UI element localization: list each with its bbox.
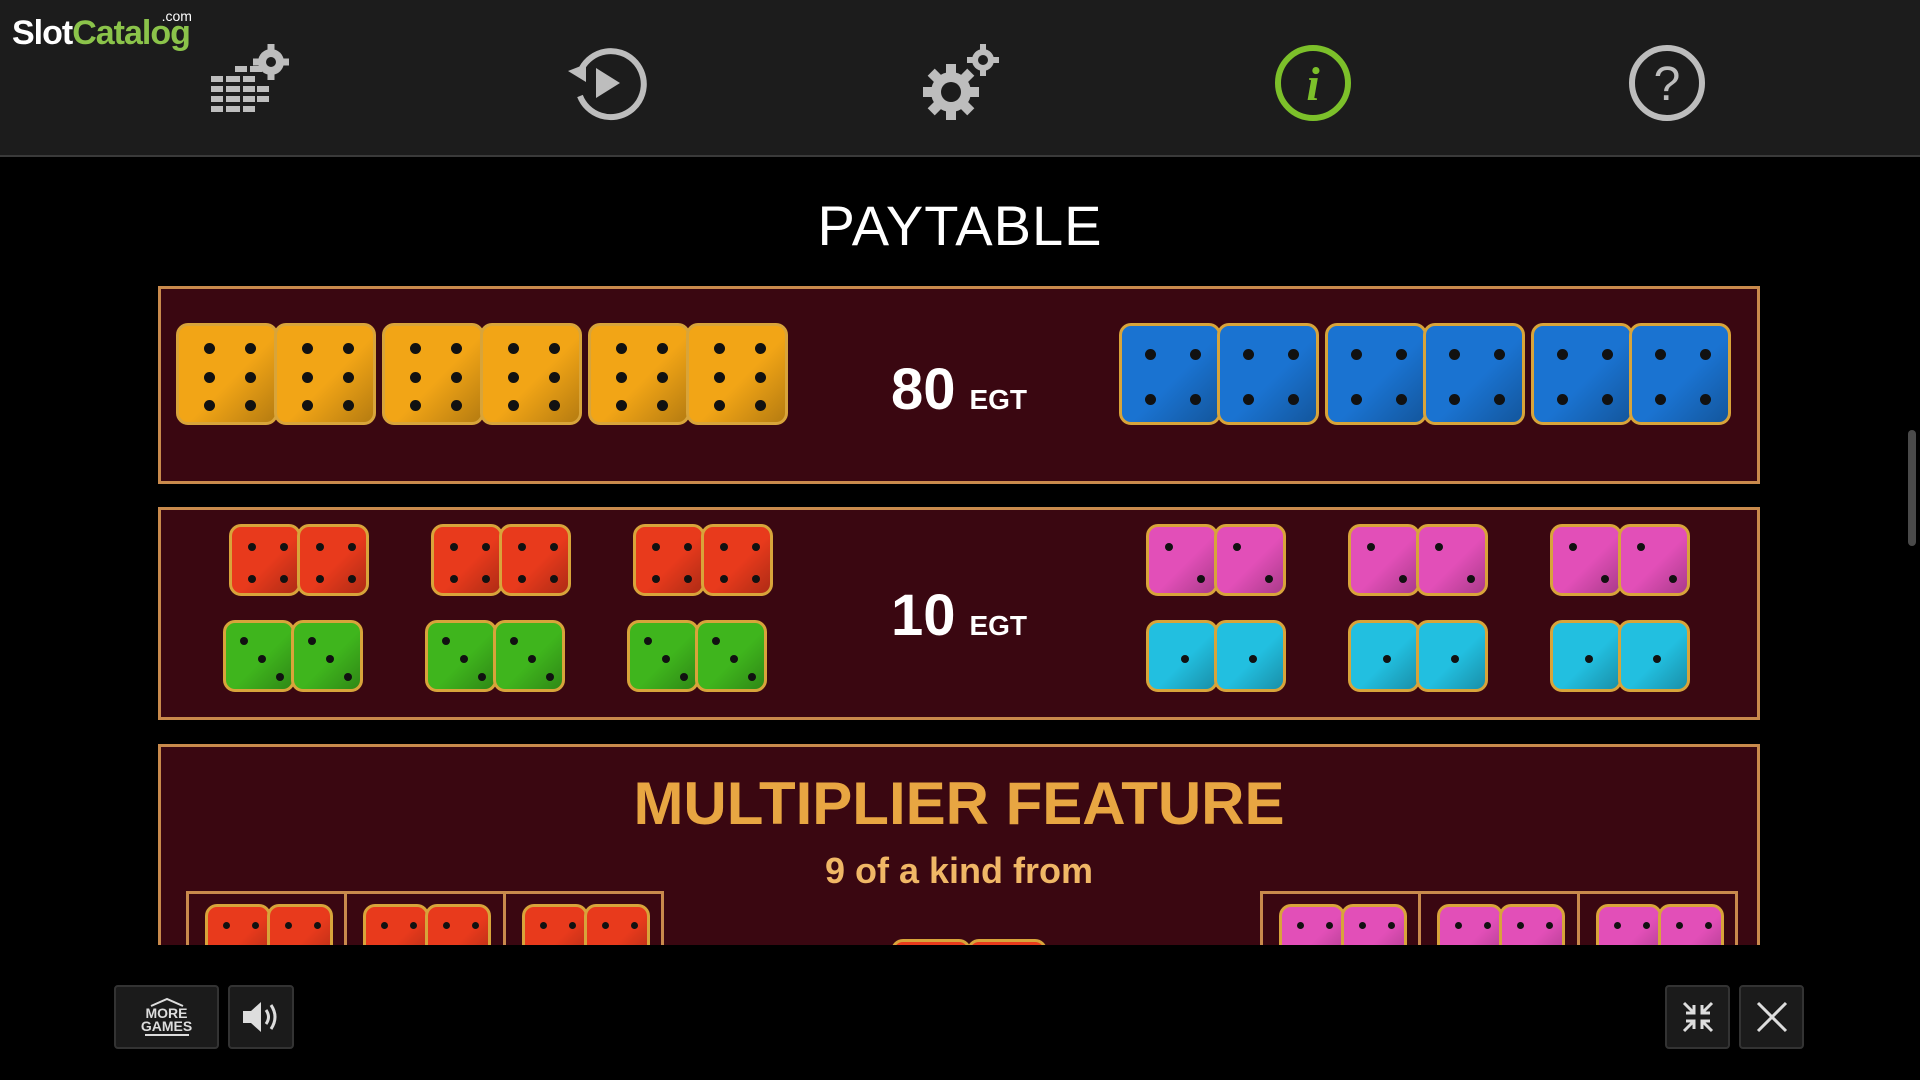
- multiplier-feature-title: MULTIPLIER FEATURE: [633, 770, 1285, 837]
- red-die: [521, 904, 588, 945]
- pink-dice-pair: [1279, 904, 1407, 945]
- top-toolbar: SlotCatalog .com i ?: [0, 0, 1920, 157]
- paytable-content: PAYTABLE 80 EGT 10 EGT MULTIPLIER FEATURE …: [0, 157, 1920, 945]
- autoplay-button[interactable]: [560, 38, 650, 128]
- watermark-text-suffix: .com: [161, 8, 192, 24]
- help-icon: ?: [1629, 45, 1705, 121]
- red-die: [425, 904, 492, 945]
- cyan-dice-group: [1146, 620, 1752, 692]
- pink-die: [1595, 904, 1662, 945]
- blue-die: [1119, 323, 1221, 425]
- replay-icon: [568, 48, 647, 121]
- payout-currency: EGT: [969, 384, 1028, 415]
- mf-cell-red-2: [347, 894, 506, 945]
- more-games-button[interactable]: MORE GAMES: [114, 985, 219, 1049]
- pink-die: [1437, 904, 1504, 945]
- multiplier-feature-subtitle: 9 of a kind from: [824, 850, 1094, 891]
- cyan-dice-pair: [1348, 620, 1488, 692]
- pink-die: [1499, 904, 1566, 945]
- cyan-die: [1146, 620, 1218, 692]
- red-die: [363, 904, 430, 945]
- more-games-label-2: GAMES: [140, 1018, 193, 1034]
- payout-currency: EGT: [969, 610, 1028, 641]
- blue-dice-pair: [1325, 323, 1525, 425]
- multiplier-red-box: [186, 891, 664, 945]
- watermark-logo: SlotCatalog .com: [12, 8, 192, 53]
- paytable-settings-button[interactable]: [205, 38, 295, 128]
- exit-fullscreen-button[interactable]: [1665, 985, 1730, 1049]
- cyan-dice-pair: [1550, 620, 1690, 692]
- cyan-die: [1550, 620, 1622, 692]
- mf-cell-pink-1: [1263, 894, 1422, 945]
- multiplier-feature-panel: MULTIPLIER FEATURE 9 of a kind from: [158, 744, 1760, 945]
- blue-die: [1629, 323, 1731, 425]
- mf-cell-red-3: [506, 894, 661, 945]
- settings-button[interactable]: [915, 38, 1005, 128]
- speaker-icon: [243, 1002, 277, 1032]
- scrollbar[interactable]: [1908, 430, 1916, 546]
- pink-die: [1341, 904, 1407, 945]
- red-die: [583, 904, 650, 945]
- cyan-die: [1416, 620, 1488, 692]
- svg-text:i: i: [1306, 58, 1320, 111]
- cyan-dice-pair: [1146, 620, 1286, 692]
- cyan-die: [1214, 620, 1286, 692]
- info-button[interactable]: i: [1268, 38, 1358, 128]
- pink-dice-group: [1146, 524, 1752, 596]
- sound-button[interactable]: [228, 985, 294, 1049]
- red-die: [267, 904, 333, 945]
- gears-icon: [923, 44, 999, 120]
- red-die: [205, 904, 271, 945]
- pink-die: [1416, 524, 1488, 596]
- mf-cell-pink-3: [1580, 894, 1735, 945]
- paytable-row-10: 10 EGT: [158, 507, 1760, 720]
- pink-die: [1348, 524, 1420, 596]
- help-button[interactable]: ?: [1622, 38, 1712, 128]
- close-button[interactable]: [1739, 985, 1804, 1049]
- red-dice-pair: [363, 904, 492, 945]
- underline-icon: [144, 1034, 189, 1036]
- bottom-bar: MORE GAMES: [0, 945, 1920, 1080]
- pink-dice-pair: [1595, 904, 1724, 945]
- blue-die: [1217, 323, 1319, 425]
- blue-die: [1423, 323, 1525, 425]
- pink-dice-pair: [1146, 524, 1286, 596]
- multiplier-pink-box: [1260, 891, 1738, 945]
- pink-dice-pair: [1348, 524, 1488, 596]
- page-title: PAYTABLE: [817, 194, 1103, 257]
- blue-die: [1325, 323, 1427, 425]
- blue-dice-pair: [1531, 323, 1731, 425]
- info-icon: i: [1275, 45, 1351, 121]
- pink-die: [1279, 904, 1345, 945]
- payout-value: 80: [890, 357, 956, 422]
- paytable-row-80: 80 EGT: [158, 286, 1760, 484]
- blue-dice-pair: [1119, 323, 1319, 425]
- cyan-die: [1618, 620, 1690, 692]
- blue-die: [1531, 323, 1633, 425]
- svg-text:?: ?: [1654, 58, 1681, 111]
- pink-die: [1550, 524, 1622, 596]
- close-icon: [1756, 1001, 1787, 1033]
- watermark-text-slot: Slot: [12, 14, 73, 52]
- mf-cell-pink-2: [1421, 894, 1580, 945]
- mf-cell-red-1: [189, 894, 348, 945]
- pink-die: [1618, 524, 1690, 596]
- pink-dice-pair: [1437, 904, 1566, 945]
- pink-die: [1657, 904, 1724, 945]
- red-dice-pair: [205, 904, 333, 945]
- cyan-die: [1348, 620, 1420, 692]
- payout-value: 10: [890, 583, 956, 648]
- pink-dice-pair: [1550, 524, 1690, 596]
- pink-die: [1214, 524, 1286, 596]
- stack-gear-icon: [211, 44, 289, 112]
- red-dice-pair: [521, 904, 650, 945]
- pink-die: [1146, 524, 1218, 596]
- shrink-icon: [1682, 1001, 1713, 1033]
- blue-dice-group: [1119, 323, 1737, 425]
